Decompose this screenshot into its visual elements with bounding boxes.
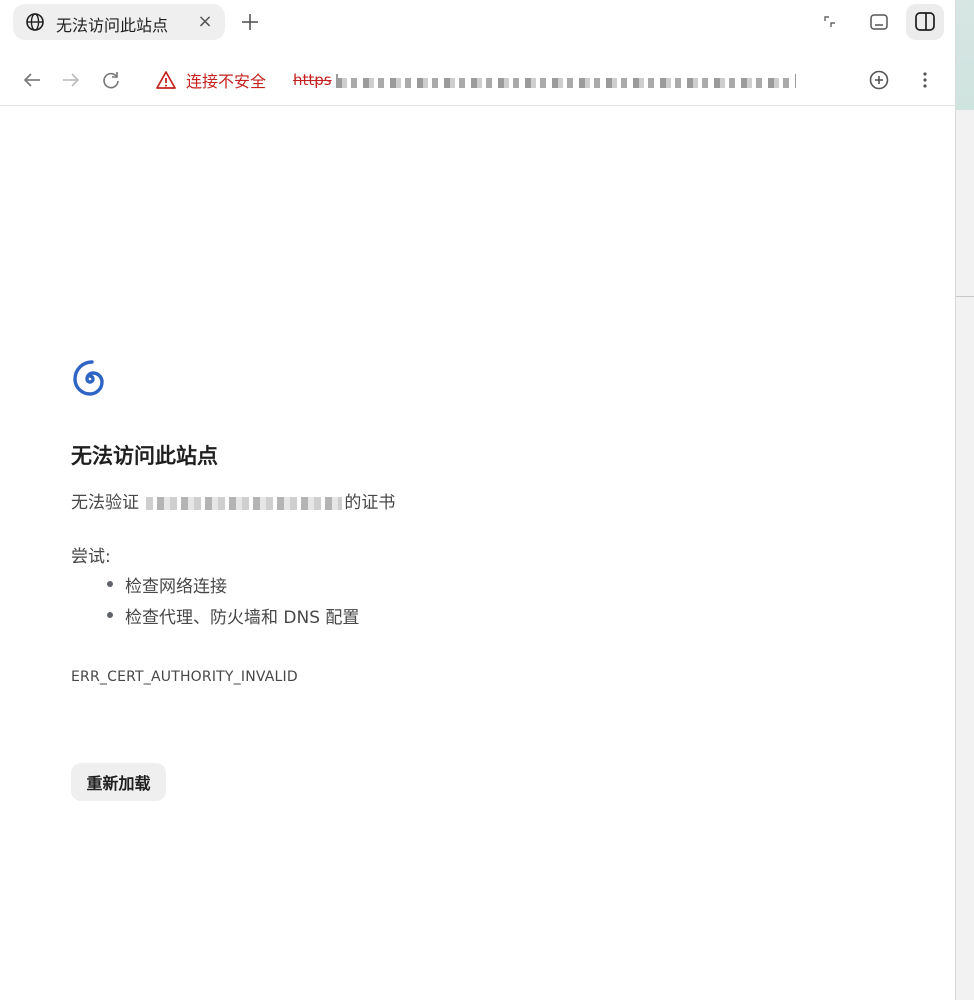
error-code: ERR_CERT_AUTHORITY_INVALID [71, 669, 298, 685]
security-indicator[interactable]: 连接不安全 [156, 69, 266, 91]
tab-close-icon[interactable]: × [196, 13, 214, 31]
active-tab[interactable]: 无法访问此站点 × [13, 4, 225, 40]
background-window-edge [956, 0, 974, 1000]
bullet-icon [107, 612, 113, 618]
suggestion-item: 检查代理、防火墙和 DNS 配置 [107, 603, 359, 634]
reload-icon[interactable] [100, 69, 122, 91]
warning-triangle-icon [156, 71, 176, 89]
globe-icon [26, 13, 44, 31]
more-menu-icon[interactable] [914, 69, 936, 91]
background-divider [956, 296, 974, 297]
desc-prefix: 无法验证 [71, 493, 139, 513]
suggestion-list: 检查网络连接 检查代理、防火墙和 DNS 配置 [107, 572, 359, 634]
security-label: 连接不安全 [186, 72, 267, 91]
reload-button[interactable]: 重新加载 [71, 763, 166, 801]
forward-arrow-icon[interactable] [60, 69, 82, 91]
url-scheme: https [293, 71, 332, 89]
minimize-expand-icon[interactable] [818, 10, 842, 34]
bullet-icon [107, 581, 113, 587]
suggestion-text: 检查网络连接 [125, 577, 227, 597]
try-label: 尝试: [71, 547, 111, 567]
tab-title: 无法访问此站点 [56, 16, 169, 35]
sidebar-icon [915, 12, 935, 31]
back-arrow-icon[interactable] [21, 69, 43, 91]
suggestion-text: 检查代理、防火墙和 DNS 配置 [125, 608, 360, 628]
error-description: 无法验证 的证书 [71, 488, 395, 513]
desc-suffix: 的证书 [344, 493, 396, 513]
sidebar-toggle-button[interactable] [906, 4, 944, 40]
redaction-mask [338, 30, 790, 78]
picture-in-picture-icon[interactable] [867, 10, 891, 34]
add-bookmark-icon[interactable] [867, 68, 891, 92]
background-tint [956, 0, 974, 110]
browser-window: 无法访问此站点 × 连接不安全 https 无法访问此站点 无法验证 的证书 尝… [0, 0, 956, 1000]
spiral-error-icon [73, 360, 104, 396]
hostname-redacted [146, 496, 343, 510]
new-tab-icon[interactable] [238, 10, 262, 34]
suggestion-item: 检查网络连接 [107, 572, 359, 603]
page-title: 无法访问此站点 [71, 444, 218, 468]
